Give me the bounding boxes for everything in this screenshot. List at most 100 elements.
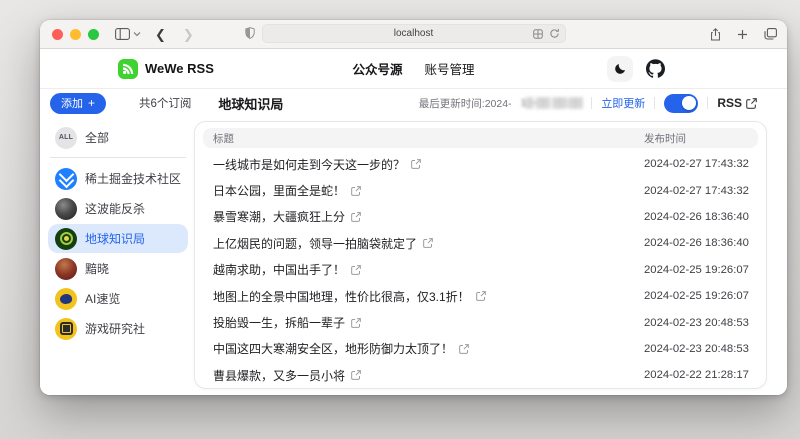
table-header: 标题 发布时间 bbox=[203, 128, 758, 148]
external-link-icon[interactable] bbox=[351, 318, 361, 328]
article-row-1[interactable]: 日本公园，里面全是蛇！ 2024-02-27 17:43:32 bbox=[203, 177, 758, 203]
all-badge: ALL bbox=[55, 127, 77, 149]
article-title[interactable]: 中国这四大寒潮安全区，地形防御力太顶了！ bbox=[213, 340, 453, 357]
plus-icon: + bbox=[88, 97, 95, 109]
external-link-icon[interactable] bbox=[411, 159, 421, 169]
feed-toolbar: 添加 + 共6个订阅 地球知识局 最后更新时间:2024- 1▒-▒▒ ▒▒:▒… bbox=[40, 89, 787, 117]
article-title[interactable]: 暴雪寒潮，大疆疯狂上分 bbox=[213, 208, 345, 225]
external-link-icon[interactable] bbox=[423, 238, 433, 248]
browser-window: ❮ ❯ localhost bbox=[40, 20, 787, 395]
subscription-count: 共6个订阅 bbox=[139, 95, 191, 111]
new-tab-icon[interactable] bbox=[737, 29, 748, 40]
rss-logo-icon bbox=[118, 59, 138, 79]
sidebar-item-label: 这波能反杀 bbox=[85, 200, 145, 217]
close-window-button[interactable] bbox=[52, 29, 63, 40]
monkey-avatar bbox=[55, 288, 77, 310]
external-link-icon[interactable] bbox=[351, 265, 361, 275]
article-row-8[interactable]: 曹县爆款，又多一员小将 2024-02-22 21:28:17 bbox=[203, 362, 758, 388]
article-row-4[interactable]: 越南求助，中国出手了！ 2024-02-25 19:26:07 bbox=[203, 257, 758, 283]
external-link-icon[interactable] bbox=[351, 212, 361, 222]
sidebar-item-1[interactable]: 稀土掘金技术社区 bbox=[48, 164, 188, 193]
auto-update-toggle[interactable] bbox=[664, 94, 698, 113]
sidebar-item-label: AI速览 bbox=[85, 290, 120, 307]
last-update-label: 最后更新时间:2024- bbox=[419, 96, 512, 111]
article-title[interactable]: 投胎毁一生，拆船一辈子 bbox=[213, 314, 345, 331]
article-panel: 标题 发布时间 一线城市是如何走到今天这一步的？ 2024-02-27 17:4… bbox=[194, 121, 767, 395]
article-time: 2024-02-27 17:43:32 bbox=[644, 158, 748, 170]
tab-overview-icon[interactable] bbox=[764, 28, 777, 40]
forward-button[interactable]: ❯ bbox=[183, 28, 194, 41]
reload-icon[interactable] bbox=[549, 28, 560, 39]
divider bbox=[591, 97, 592, 109]
extension-icon[interactable] bbox=[533, 29, 543, 39]
sidebar-item-label: 黯晓 bbox=[85, 260, 109, 277]
article-table-card: 标题 发布时间 一线城市是如何走到今天这一步的？ 2024-02-27 17:4… bbox=[194, 121, 767, 389]
external-link-icon[interactable] bbox=[351, 370, 361, 380]
article-time: 2024-02-26 18:36:40 bbox=[644, 211, 748, 223]
article-time: 2024-02-23 20:48:53 bbox=[644, 343, 748, 355]
article-title[interactable]: 越南求助，中国出手了！ bbox=[213, 261, 345, 278]
article-time: 2024-02-25 19:26:07 bbox=[644, 264, 748, 276]
sidebar-item-4[interactable]: 黯晓 bbox=[48, 254, 188, 283]
article-row-6[interactable]: 投胎毁一生，拆船一辈子 2024-02-23 20:48:53 bbox=[203, 309, 758, 335]
sidebar-item-label: 全部 bbox=[85, 129, 109, 146]
article-row-5[interactable]: 地图上的全景中国地理，性价比很高，仅3.1折！ 2024-02-25 19:26… bbox=[203, 283, 758, 309]
add-feed-label: 添加 bbox=[61, 95, 83, 111]
article-time: 2024-02-26 18:36:40 bbox=[644, 237, 748, 249]
article-title[interactable]: 一线城市是如何走到今天这一步的？ bbox=[213, 156, 405, 173]
article-time: 2024-02-27 17:43:32 bbox=[644, 185, 748, 197]
privacy-shield-icon[interactable] bbox=[245, 27, 255, 39]
moon-icon bbox=[614, 62, 627, 75]
minimize-window-button[interactable] bbox=[70, 29, 81, 40]
article-title[interactable]: 上亿烟民的问题，领导一拍脑袋就定了 bbox=[213, 235, 417, 252]
rss-label: RSS bbox=[717, 96, 742, 110]
sidebar-item-3[interactable]: 地球知识局 bbox=[48, 224, 188, 253]
column-header-title: 标题 bbox=[213, 131, 644, 146]
article-row-7[interactable]: 中国这四大寒潮安全区，地形防御力太顶了！ 2024-02-23 20:48:53 bbox=[203, 336, 758, 362]
share-icon[interactable] bbox=[710, 28, 721, 41]
article-time: 2024-02-25 19:26:07 bbox=[644, 290, 748, 302]
add-feed-button[interactable]: 添加 + bbox=[50, 93, 106, 114]
article-time: 2024-02-22 21:28:17 bbox=[644, 369, 748, 381]
nav-item-feeds[interactable]: 公众号源 bbox=[352, 59, 402, 78]
feed-title: 地球知识局 bbox=[218, 94, 283, 113]
brand[interactable]: WeWe RSS bbox=[118, 49, 214, 88]
article-row-3[interactable]: 上亿烟民的问题，领导一拍脑袋就定了 2024-02-26 18:36:40 bbox=[203, 230, 758, 256]
zoom-window-button[interactable] bbox=[88, 29, 99, 40]
github-link-icon[interactable] bbox=[646, 59, 665, 78]
back-button[interactable]: ❮ bbox=[155, 28, 166, 41]
external-link-icon[interactable] bbox=[476, 291, 486, 301]
chevron-down-icon[interactable] bbox=[133, 31, 141, 37]
sidebar-item-2[interactable]: 这波能反杀 bbox=[48, 194, 188, 223]
sidebar-divider bbox=[50, 157, 186, 158]
browser-chrome: ❮ ❯ localhost bbox=[40, 20, 787, 49]
rss-link[interactable]: RSS bbox=[717, 96, 757, 110]
sidebar-item-label: 稀土掘金技术社区 bbox=[85, 170, 181, 187]
address-bar[interactable]: localhost bbox=[262, 24, 566, 43]
person-avatar-dark bbox=[55, 198, 77, 220]
article-title[interactable]: 曹县爆款，又多一员小将 bbox=[213, 367, 345, 384]
juejin-avatar bbox=[55, 168, 77, 190]
update-now-button[interactable]: 立即更新 bbox=[601, 95, 645, 111]
sidebar-item-6[interactable]: 游戏研究社 bbox=[48, 314, 188, 343]
article-row-0[interactable]: 一线城市是如何走到今天这一步的？ 2024-02-27 17:43:32 bbox=[203, 151, 758, 177]
content-area: ALL 全部 稀土掘金技术社区 这波能反杀 地球知识局 黯晓 AI速览 游戏研究… bbox=[40, 117, 787, 395]
article-rows: 一线城市是如何走到今天这一步的？ 2024-02-27 17:43:32 日本公… bbox=[203, 151, 758, 389]
article-row-2[interactable]: 暴雪寒潮，大疆疯狂上分 2024-02-26 18:36:40 bbox=[203, 204, 758, 230]
sidebar-toggle-icon[interactable] bbox=[115, 28, 130, 40]
article-title[interactable]: 日本公园，里面全是蛇！ bbox=[213, 182, 345, 199]
globe-avatar bbox=[55, 228, 77, 250]
sidebar-item-0[interactable]: ALL 全部 bbox=[48, 123, 188, 152]
divider bbox=[654, 97, 655, 109]
address-url[interactable]: localhost bbox=[394, 28, 433, 39]
sidebar-item-5[interactable]: AI速览 bbox=[48, 284, 188, 313]
main-nav: 公众号源 账号管理 bbox=[352, 49, 474, 88]
last-update-redacted: 1▒-▒▒ ▒▒:▒▒ bbox=[521, 97, 583, 109]
external-link-icon[interactable] bbox=[459, 344, 469, 354]
dark-mode-toggle-button[interactable] bbox=[607, 56, 633, 82]
nav-item-accounts[interactable]: 账号管理 bbox=[425, 59, 475, 78]
article-title[interactable]: 地图上的全景中国地理，性价比很高，仅3.1折！ bbox=[213, 288, 470, 305]
person-avatar-red bbox=[55, 258, 77, 280]
external-link-icon[interactable] bbox=[351, 186, 361, 196]
external-link-icon bbox=[746, 98, 757, 109]
